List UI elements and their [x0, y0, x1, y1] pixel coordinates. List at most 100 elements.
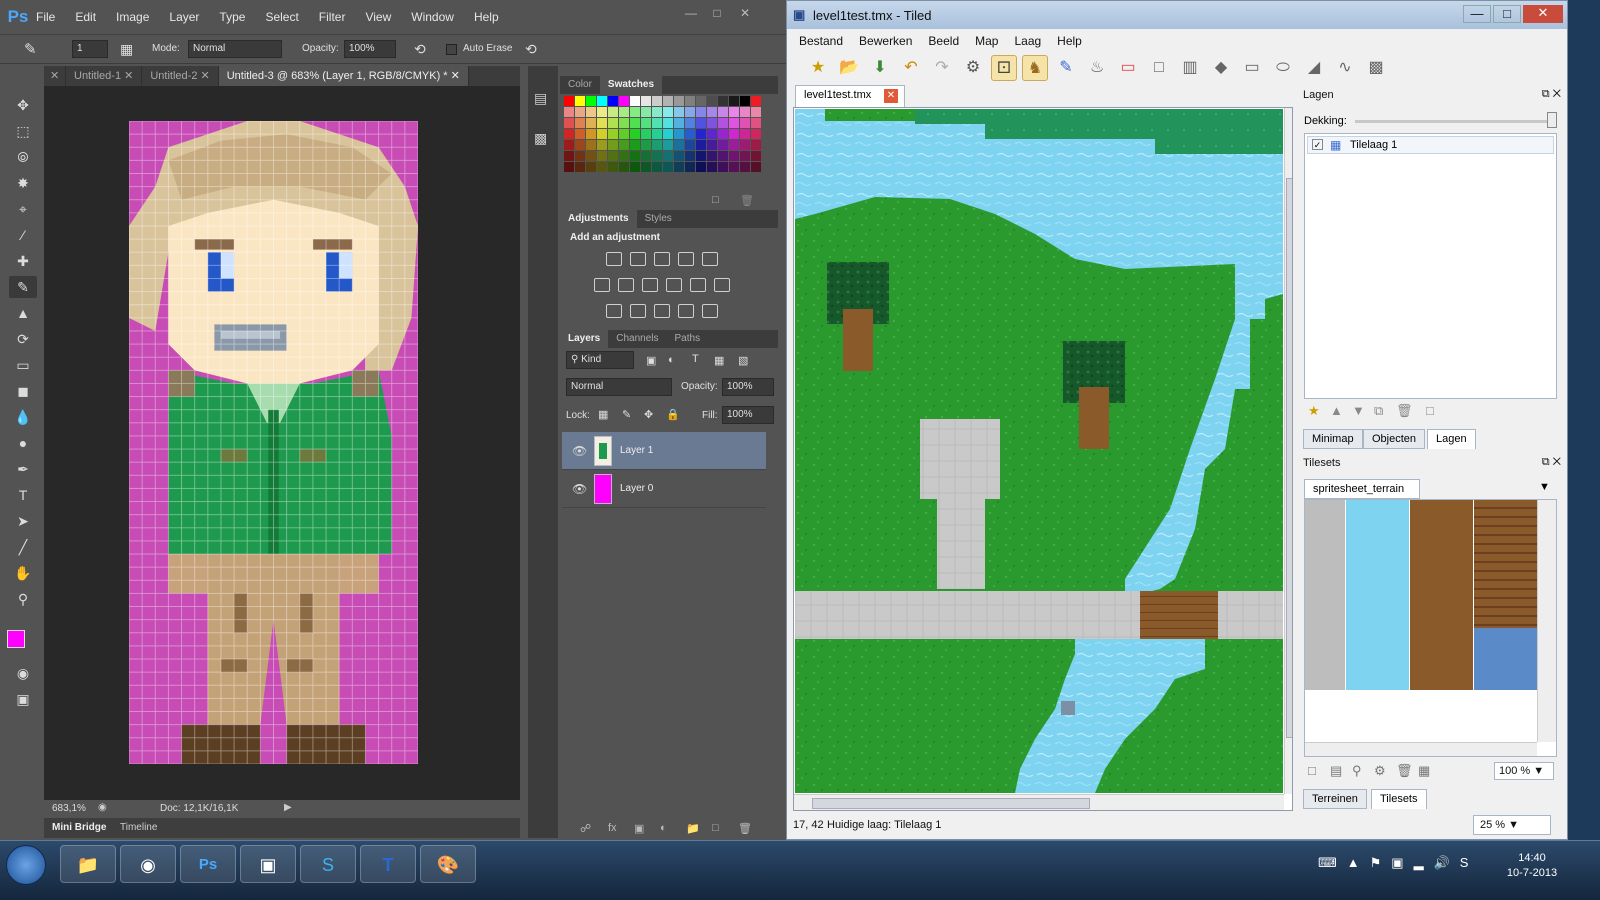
delete-swatch-icon[interactable]: 🗑	[740, 194, 754, 207]
swatch[interactable]	[674, 140, 684, 150]
pen-tool-icon[interactable]: ✒	[9, 458, 37, 480]
swatch[interactable]	[564, 129, 574, 139]
swatch[interactable]	[641, 96, 651, 106]
tab-layers[interactable]: Layers	[560, 330, 609, 348]
invert-icon[interactable]	[606, 304, 622, 318]
line-tool-icon[interactable]: ╱	[9, 536, 37, 558]
tiled-menu-bestand[interactable]: Bestand	[799, 34, 843, 48]
redo-icon[interactable]: ↷	[929, 55, 955, 81]
swatch[interactable]	[597, 140, 607, 150]
network-icon[interactable]: ▣	[1391, 855, 1403, 871]
swatch[interactable]	[564, 151, 574, 161]
skype-tray-icon[interactable]: S	[1460, 855, 1469, 871]
history-panel-icon[interactable]: ▤	[534, 90, 547, 107]
swatch[interactable]	[729, 162, 739, 172]
swatch[interactable]	[630, 162, 640, 172]
start-button-icon[interactable]	[6, 845, 46, 885]
swatch[interactable]	[575, 107, 585, 117]
zoom-level[interactable]: 683,1%	[52, 803, 86, 814]
swatch[interactable]	[652, 140, 662, 150]
swatch[interactable]	[729, 118, 739, 128]
delete-layer-icon[interactable]: 🗑	[1396, 403, 1413, 419]
tileset-horizontal-scrollbar[interactable]	[1305, 742, 1537, 756]
tab-swatches[interactable]: Swatches	[599, 76, 663, 94]
swatch[interactable]	[674, 151, 684, 161]
insert-rectangle-icon[interactable]: ▭	[1239, 55, 1265, 81]
swatch[interactable]	[740, 96, 750, 106]
swatch[interactable]	[696, 107, 706, 117]
swatch[interactable]	[707, 96, 717, 106]
delete-layer-icon[interactable]: 🗑	[738, 822, 752, 835]
photoshop-taskbar-icon[interactable]: Ps	[180, 845, 236, 883]
swatch[interactable]	[696, 118, 706, 128]
swatch[interactable]	[630, 118, 640, 128]
swatch[interactable]	[751, 162, 761, 172]
tab-untitled-1[interactable]: Untitled-1 ✕	[66, 66, 143, 86]
ps-menu-edit[interactable]: Edit	[75, 10, 96, 24]
tileset-zoom-select[interactable]: 100 % ▼	[1494, 762, 1554, 780]
link-layers-icon[interactable]: ☍	[580, 822, 591, 835]
swatch[interactable]	[608, 151, 618, 161]
brush-size-picker[interactable]: 1	[72, 40, 108, 58]
map-zoom-select[interactable]: 25 % ▼	[1473, 815, 1551, 835]
pressure-opacity-icon[interactable]: ⟲	[414, 41, 426, 58]
remove-tileset-icon[interactable]: 🗑	[1396, 763, 1413, 779]
minimize-icon[interactable]: —	[680, 6, 702, 24]
layer-row-tilelaag-1[interactable]: ✓ ▦ Tilelaag 1	[1307, 136, 1554, 154]
swatch[interactable]	[586, 162, 596, 172]
tiled-menu-laag[interactable]: Laag	[1014, 34, 1041, 48]
zoom-tool-icon[interactable]: ⚲	[9, 588, 37, 610]
clone-stamp-tool-icon[interactable]: ▲	[9, 302, 37, 324]
swatch[interactable]	[586, 151, 596, 161]
gradient-map-icon[interactable]	[702, 304, 718, 318]
duplicate-layer-icon[interactable]: ⧉	[1374, 403, 1383, 419]
swatch[interactable]	[663, 107, 673, 117]
swatch[interactable]	[674, 162, 684, 172]
fill-input[interactable]: 100%	[722, 406, 774, 424]
swatch[interactable]	[652, 107, 662, 117]
map-viewport[interactable]	[793, 107, 1293, 811]
eye-icon[interactable]: 👁	[572, 444, 587, 458]
tiled-taskbar-icon[interactable]: T	[360, 845, 416, 883]
show-hidden-icons-icon[interactable]: ▲	[1347, 855, 1360, 871]
swatch[interactable]	[575, 118, 585, 128]
swatch[interactable]	[696, 140, 706, 150]
lock-all-icon[interactable]: 🔒	[666, 408, 680, 421]
black-white-icon[interactable]	[642, 278, 658, 292]
swatch[interactable]	[674, 96, 684, 106]
maximize-icon[interactable]: □	[706, 6, 728, 24]
swatch[interactable]	[663, 129, 673, 139]
swatch[interactable]	[652, 118, 662, 128]
marquee-tool-icon[interactable]: ⬚	[9, 120, 37, 142]
tileset-vertical-scrollbar[interactable]	[1537, 500, 1556, 742]
filter-adjustment-icon[interactable]: ◐	[668, 354, 675, 366]
tab-timeline[interactable]: Timeline	[120, 822, 157, 833]
media-app-icon[interactable]: ▣	[240, 845, 296, 883]
layer-name[interactable]: Layer 1	[620, 445, 653, 456]
explorer-icon[interactable]: 📁	[60, 845, 116, 883]
raise-layer-icon[interactable]: ▲	[1330, 403, 1343, 418]
volume-icon[interactable]: 🔊	[1434, 855, 1450, 871]
layer-opacity-slider[interactable]	[1355, 120, 1551, 123]
swatch[interactable]	[707, 107, 717, 117]
slider-handle[interactable]	[1547, 112, 1557, 128]
scroll-thumb[interactable]	[1286, 178, 1292, 738]
dodge-tool-icon[interactable]: ●	[9, 432, 37, 454]
taskbar-clock[interactable]: 14:40 10-7-2013	[1506, 851, 1558, 881]
toggle-other-layers-icon[interactable]: □	[1426, 403, 1434, 418]
swatch[interactable]	[652, 151, 662, 161]
ps-menu-type[interactable]: Type	[219, 10, 245, 24]
dock-float-close-icon[interactable]: ⧉ ✕	[1542, 456, 1561, 469]
swatch[interactable]	[685, 129, 695, 139]
quick-mask-icon[interactable]: ◉	[9, 662, 37, 684]
stamp-brush-icon[interactable]: ♞	[1022, 55, 1048, 81]
edit-polygons-icon[interactable]: ◆	[1208, 55, 1234, 81]
swatch[interactable]	[718, 140, 728, 150]
ps-menu-image[interactable]: Image	[116, 10, 149, 24]
eyedropper-tool-icon[interactable]: ⁄	[9, 224, 37, 246]
move-tool-icon[interactable]: ✥	[9, 94, 37, 116]
filter-smart-object-icon[interactable]: ▧	[738, 354, 748, 367]
new-file-icon[interactable]: ★	[805, 55, 831, 81]
swatch[interactable]	[751, 107, 761, 117]
color-balance-icon[interactable]	[618, 278, 634, 292]
